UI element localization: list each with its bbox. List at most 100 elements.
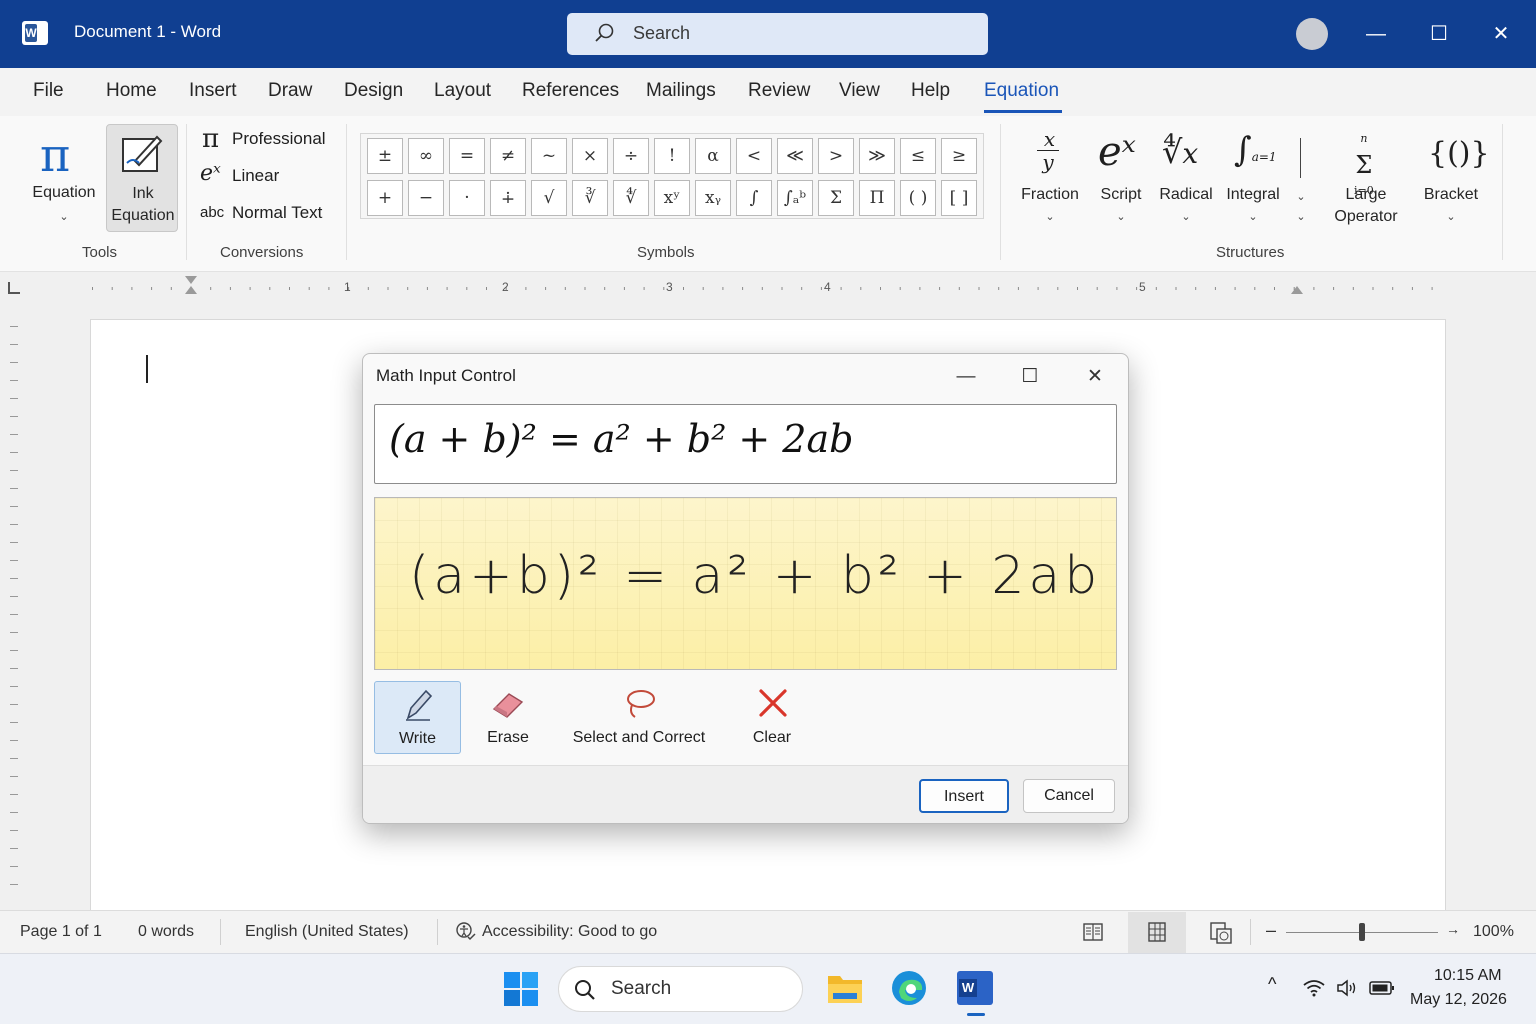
clock-time[interactable]: 10:15 AM bbox=[1434, 967, 1502, 985]
symbol-button[interactable]: ÷ bbox=[613, 138, 649, 174]
symbol-button[interactable]: α bbox=[695, 138, 731, 174]
tab-selector-icon[interactable] bbox=[8, 282, 20, 294]
chevron-up-icon[interactable]: ^ bbox=[1268, 974, 1276, 995]
large-operator-button[interactable]: n Σi=0 Large Operator bbox=[1320, 126, 1412, 236]
symbol-button[interactable]: ≥ bbox=[941, 138, 977, 174]
symbol-button[interactable]: ∞ bbox=[408, 138, 444, 174]
accessibility-status[interactable]: Accessibility: Good to go bbox=[482, 923, 657, 941]
symbol-button[interactable]: ∜ bbox=[613, 180, 649, 216]
tab-insert[interactable]: Insert bbox=[189, 80, 237, 102]
ink-equation-button[interactable]: Ink Equation bbox=[106, 124, 178, 232]
symbol-button[interactable]: ∫ₐᵇ bbox=[777, 180, 813, 216]
symbol-button[interactable]: Π bbox=[859, 180, 895, 216]
indent-marker-icon[interactable] bbox=[185, 286, 197, 294]
zoom-level[interactable]: 100% bbox=[1473, 923, 1514, 941]
web-layout-icon[interactable] bbox=[1209, 921, 1233, 945]
read-mode-icon[interactable] bbox=[1082, 921, 1104, 943]
cancel-button[interactable]: Cancel bbox=[1023, 779, 1115, 813]
linear-button[interactable]: eˣ Linear bbox=[198, 161, 338, 191]
zoom-slider-thumb[interactable] bbox=[1359, 923, 1365, 941]
radical-button[interactable]: ∜x Radical ⌄ bbox=[1156, 126, 1216, 236]
tab-file[interactable]: File bbox=[33, 80, 64, 102]
dialog-maximize-button[interactable]: ☐ bbox=[1015, 362, 1045, 392]
battery-icon[interactable] bbox=[1369, 980, 1395, 996]
symbol-button[interactable]: Σ bbox=[818, 180, 854, 216]
erase-tool-button[interactable]: Erase bbox=[477, 681, 539, 754]
taskbar-search-box[interactable]: Search bbox=[558, 966, 803, 1012]
tab-equation[interactable]: Equation bbox=[984, 80, 1059, 102]
symbol-button[interactable]: > bbox=[818, 138, 854, 174]
maximize-button[interactable]: ☐ bbox=[1423, 18, 1455, 50]
insert-button[interactable]: Insert bbox=[919, 779, 1009, 813]
zoom-out-button[interactable]: – bbox=[1266, 920, 1276, 941]
symbol-button[interactable]: ∛ bbox=[572, 180, 608, 216]
dialog-close-button[interactable]: ✕ bbox=[1080, 362, 1110, 392]
symbol-button[interactable]: < bbox=[736, 138, 772, 174]
symbol-button[interactable]: · bbox=[449, 180, 485, 216]
tab-review[interactable]: Review bbox=[748, 80, 810, 102]
indent-marker-icon[interactable] bbox=[185, 276, 197, 284]
symbol-button[interactable]: xʸ bbox=[654, 180, 690, 216]
tab-draw[interactable]: Draw bbox=[268, 80, 312, 102]
word-count[interactable]: 0 words bbox=[138, 923, 194, 941]
symbol-button[interactable]: = bbox=[449, 138, 485, 174]
avatar[interactable] bbox=[1296, 18, 1328, 50]
right-indent-marker-icon[interactable] bbox=[1291, 286, 1303, 294]
clock-date[interactable]: May 12, 2026 bbox=[1410, 991, 1507, 1009]
symbol-button[interactable]: [ ] bbox=[941, 180, 977, 216]
word-taskbar-icon[interactable]: W bbox=[957, 971, 993, 1005]
close-button[interactable]: ✕ bbox=[1485, 18, 1517, 50]
professional-button[interactable]: π Professional bbox=[198, 124, 338, 154]
print-layout-button[interactable] bbox=[1128, 912, 1186, 954]
dialog-minimize-button[interactable]: — bbox=[951, 362, 981, 392]
tab-home[interactable]: Home bbox=[106, 80, 157, 102]
symbol-button[interactable]: ≫ bbox=[859, 138, 895, 174]
symbol-button[interactable]: √ bbox=[531, 180, 567, 216]
normal-text-button[interactable]: abc Normal Text bbox=[198, 200, 338, 228]
symbol-button[interactable]: + bbox=[367, 180, 403, 216]
fraction-button[interactable]: xy Fraction ⌄ bbox=[1016, 126, 1084, 236]
script-button[interactable]: eˣ Script ⌄ bbox=[1094, 126, 1148, 236]
word-app-icon[interactable]: W bbox=[22, 21, 48, 45]
vertical-ruler[interactable] bbox=[0, 306, 30, 910]
symbol-button[interactable]: ~ bbox=[531, 138, 567, 174]
wifi-icon[interactable] bbox=[1302, 978, 1326, 998]
tab-layout[interactable]: Layout bbox=[434, 80, 491, 102]
clear-tool-button[interactable]: Clear bbox=[741, 681, 803, 754]
symbol-button[interactable]: ± bbox=[367, 138, 403, 174]
tab-help[interactable]: Help bbox=[911, 80, 950, 102]
bracket-button[interactable]: {()} Bracket ⌄ bbox=[1418, 126, 1490, 236]
tab-mailings[interactable]: Mailings bbox=[646, 80, 716, 102]
tab-references[interactable]: References bbox=[522, 80, 619, 102]
integral-extra-dropdown[interactable]: ⌄ ⌄ bbox=[1290, 126, 1312, 236]
search-box[interactable]: Search bbox=[567, 13, 988, 55]
symbol-button[interactable]: ( ) bbox=[900, 180, 936, 216]
chevron-down-icon: ⌄ bbox=[59, 211, 69, 223]
integral-button[interactable]: ∫a=1 Integral ⌄ bbox=[1222, 126, 1284, 236]
write-tool-button[interactable]: Write bbox=[374, 681, 461, 754]
symbol-button[interactable]: ∫ bbox=[736, 180, 772, 216]
select-and-correct-button[interactable]: Select and Correct bbox=[563, 681, 715, 754]
windows-start-icon[interactable] bbox=[503, 971, 539, 1007]
ruler-tick bbox=[1136, 287, 1138, 290]
handwriting-area[interactable]: (a+b)² = a² + b² + 2ab bbox=[374, 497, 1117, 670]
page-count[interactable]: Page 1 of 1 bbox=[20, 923, 102, 941]
edge-browser-icon[interactable] bbox=[891, 970, 927, 1006]
symbol-button[interactable]: ≤ bbox=[900, 138, 936, 174]
language-status[interactable]: English (United States) bbox=[245, 923, 409, 941]
symbol-button[interactable]: × bbox=[572, 138, 608, 174]
equation-button[interactable]: π Equation ⌄ bbox=[18, 124, 108, 232]
symbol-button[interactable]: xᵧ bbox=[695, 180, 731, 216]
tab-view[interactable]: View bbox=[839, 80, 880, 102]
volume-icon[interactable] bbox=[1336, 978, 1360, 998]
tab-design[interactable]: Design bbox=[344, 80, 403, 102]
symbol-button[interactable]: ≠ bbox=[490, 138, 526, 174]
file-explorer-icon[interactable] bbox=[827, 971, 863, 1005]
horizontal-ruler[interactable]: 1 2 3 4 5 bbox=[0, 272, 1536, 306]
symbol-button[interactable]: ≪ bbox=[777, 138, 813, 174]
minimize-button[interactable]: — bbox=[1360, 18, 1392, 50]
symbol-button[interactable]: − bbox=[408, 180, 444, 216]
symbol-button[interactable]: ∔ bbox=[490, 180, 526, 216]
zoom-in-button[interactable]: → bbox=[1446, 921, 1460, 937]
symbol-button[interactable]: ! bbox=[654, 138, 690, 174]
